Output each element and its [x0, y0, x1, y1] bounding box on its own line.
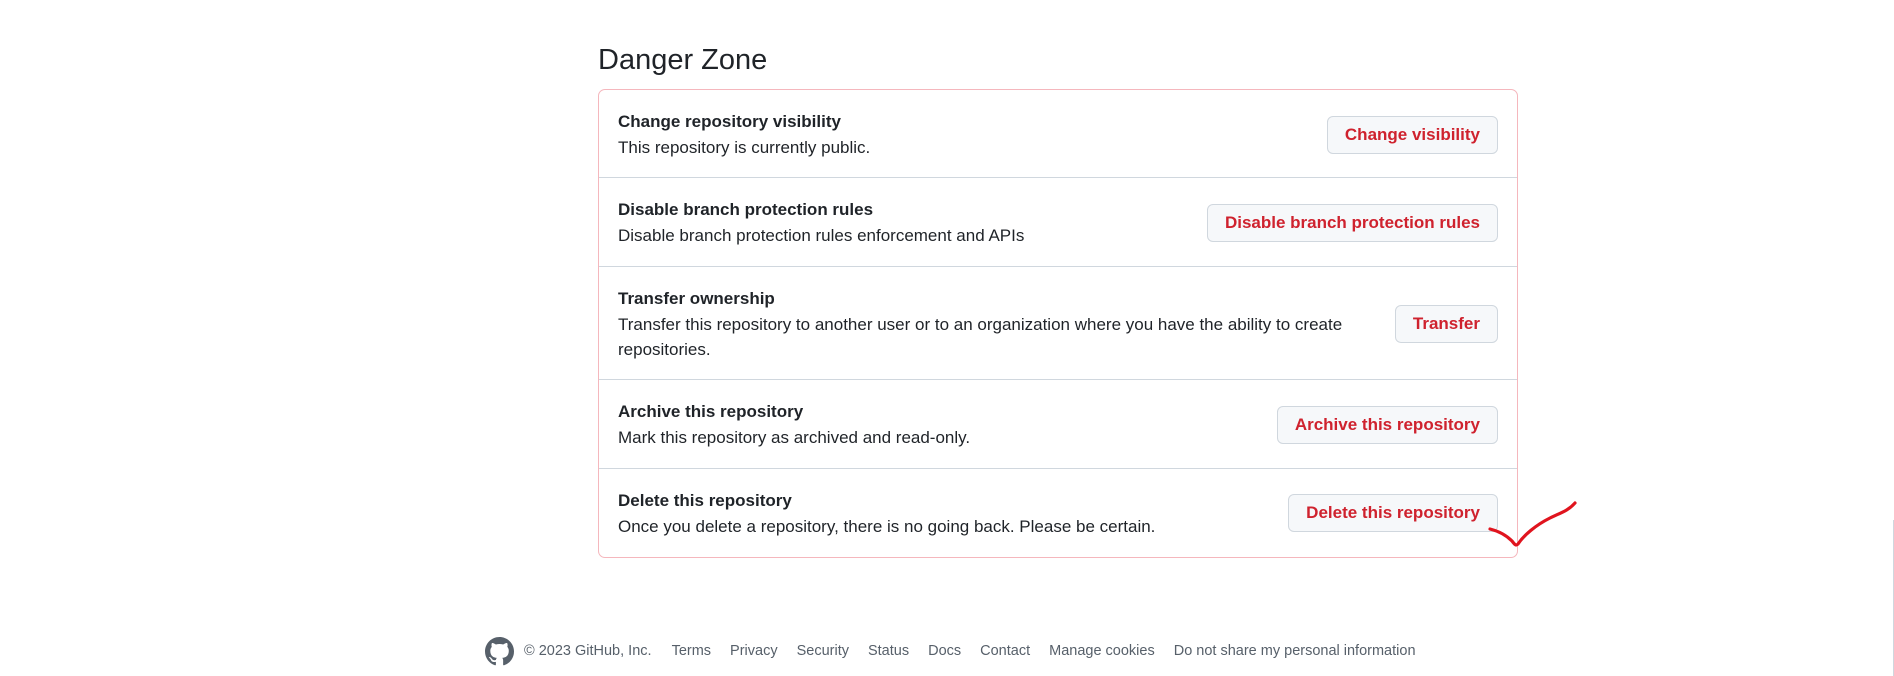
row-description: Once you delete a repository, there is n… [618, 517, 1156, 536]
danger-zone-box: Change repository visibility This reposi… [598, 89, 1518, 558]
danger-row-disable-branch-protection: Disable branch protection rules Disable … [599, 178, 1517, 267]
page-title: Danger Zone [598, 44, 768, 76]
delete-repository-button[interactable]: Delete this repository [1288, 494, 1498, 532]
transfer-button[interactable]: Transfer [1394, 305, 1498, 343]
row-title: Archive this repository [618, 402, 804, 421]
row-title: Delete this repository [618, 491, 792, 510]
danger-row-change-visibility: Change repository visibility This reposi… [599, 90, 1517, 178]
danger-row-transfer-ownership: Transfer ownership Transfer this reposit… [599, 267, 1517, 380]
footer-link-do-not-share[interactable]: Do not share my personal information [1174, 643, 1416, 659]
footer-link-contact[interactable]: Contact [980, 643, 1030, 659]
row-title: Disable branch protection rules [618, 200, 874, 219]
danger-row-delete: Delete this repository Once you delete a… [599, 469, 1517, 557]
red-checkmark-annotation [1488, 501, 1577, 547]
row-title: Change repository visibility [618, 112, 841, 131]
footer-link-status[interactable]: Status [868, 643, 909, 659]
row-description: Disable branch protection rules enforcem… [618, 226, 1025, 245]
archive-repository-button[interactable]: Archive this repository [1276, 406, 1498, 444]
disable-branch-protection-button[interactable]: Disable branch protection rules [1206, 204, 1498, 242]
row-description: Transfer this repository to another user… [618, 315, 1343, 359]
footer-link-manage-cookies[interactable]: Manage cookies [1049, 643, 1155, 659]
row-description: Mark this repository as archived and rea… [618, 428, 971, 447]
github-icon[interactable] [485, 636, 514, 666]
change-visibility-button[interactable]: Change visibility [1326, 116, 1498, 154]
footer: © 2023 GitHub, Inc. Terms Privacy Securi… [485, 636, 1435, 666]
danger-row-archive: Archive this repository Mark this reposi… [599, 380, 1517, 469]
footer-link-security[interactable]: Security [797, 643, 849, 659]
footer-link-terms[interactable]: Terms [672, 643, 711, 659]
footer-copyright: © 2023 GitHub, Inc. [524, 643, 652, 659]
footer-link-privacy[interactable]: Privacy [730, 643, 778, 659]
row-title: Transfer ownership [618, 289, 775, 308]
footer-link-docs[interactable]: Docs [928, 643, 961, 659]
row-description: This repository is currently public. [618, 138, 871, 157]
